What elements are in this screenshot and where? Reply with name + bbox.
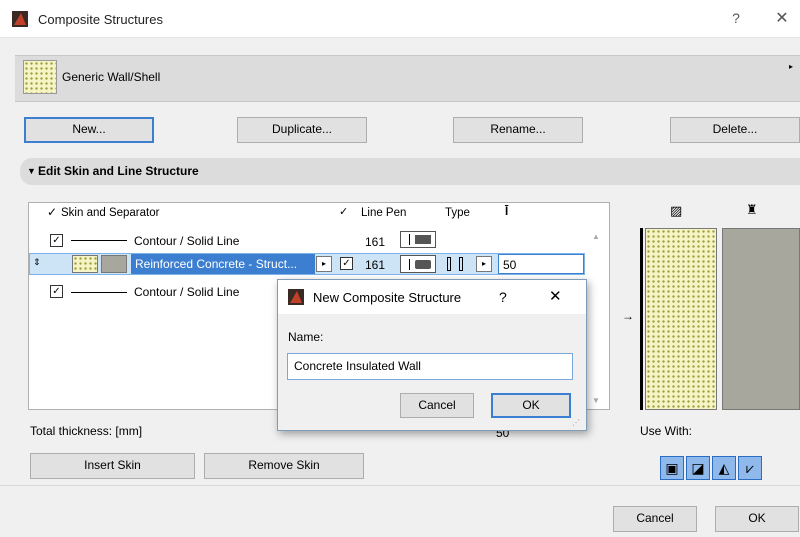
row-checkbox[interactable]: ✓ xyxy=(50,285,63,298)
row-name: Contour / Solid Line xyxy=(134,285,240,299)
table-scrollbar[interactable]: ▲ ▼ xyxy=(587,228,607,408)
thickness-field[interactable]: 50 xyxy=(498,254,584,274)
reference-arrow-icon: → xyxy=(622,309,634,323)
cut-fill-icon: ▨ xyxy=(670,203,683,218)
app-icon xyxy=(12,11,28,27)
solid-line-icon xyxy=(71,292,127,293)
section-collapse-icon[interactable]: ▼ xyxy=(27,166,36,176)
solid-line-icon xyxy=(71,240,127,241)
structure-name: Generic Wall/Shell xyxy=(62,70,161,84)
preview-skin-gray xyxy=(722,228,800,410)
row-checkbox[interactable]: ✓ xyxy=(50,234,63,247)
fill-swatch-icon xyxy=(23,60,57,94)
type-dropdown-icon[interactable]: ▸ xyxy=(476,256,492,272)
cancel-button[interactable]: Cancel xyxy=(613,506,697,532)
total-thickness-label: Total thickness: [mm] xyxy=(30,424,143,438)
use-with-label: Use With: xyxy=(640,424,693,438)
insert-skin-button[interactable]: Insert Skin xyxy=(30,453,195,479)
row-pen: 161 xyxy=(365,235,386,249)
drag-handle-icon[interactable]: ⇕ xyxy=(33,257,41,268)
dialog-cancel-button[interactable]: Cancel xyxy=(400,393,474,418)
visibility-check-icon: ✓ xyxy=(339,206,349,218)
help-button[interactable]: ? xyxy=(726,10,746,26)
rename-button[interactable]: Rename... xyxy=(453,117,583,143)
name-label: Name: xyxy=(288,330,324,344)
skin-type-icon[interactable] xyxy=(444,256,470,273)
surface-brush-icon: ♜ xyxy=(746,202,758,217)
row-checkbox[interactable]: ✓ xyxy=(340,257,353,270)
pen-swatch[interactable] xyxy=(400,255,436,273)
row-name: Contour / Solid Line xyxy=(134,234,240,248)
new-button[interactable]: New... xyxy=(24,117,154,143)
column-header-type: Type xyxy=(445,207,470,219)
background-swatch-icon[interactable] xyxy=(101,255,127,273)
separator-check-icon: ✓ xyxy=(47,205,58,219)
remove-skin-button[interactable]: Remove Skin xyxy=(204,453,364,479)
ok-button[interactable]: OK xyxy=(715,506,799,532)
fill-swatch-icon[interactable] xyxy=(72,255,98,273)
building-material-dropdown-icon[interactable]: ▸ xyxy=(316,256,332,272)
pen-swatch[interactable] xyxy=(400,231,436,248)
thickness-icon: Ī xyxy=(505,206,509,218)
column-header-line-pen: Line Pen xyxy=(361,207,407,219)
name-input[interactable]: Concrete Insulated Wall xyxy=(287,353,573,380)
shell-tool-icon[interactable]: ⩗ xyxy=(738,456,762,480)
row-name[interactable]: Reinforced Concrete - Struct... xyxy=(131,254,315,274)
delete-button[interactable]: Delete... xyxy=(670,117,800,143)
slab-tool-icon[interactable]: ◪ xyxy=(686,456,710,480)
column-header-skin: Skin and Separator xyxy=(61,207,160,219)
header-menu-arrow-icon[interactable]: ▸ xyxy=(789,62,793,71)
dialog-close-button[interactable]: ✕ xyxy=(549,287,562,305)
preview-core-line xyxy=(640,228,643,410)
preview-skin-concrete xyxy=(645,228,717,410)
dialog-app-icon xyxy=(288,289,304,305)
roof-tool-icon[interactable]: ◭ xyxy=(712,456,736,480)
dialog-title: New Composite Structure xyxy=(313,290,462,305)
close-button[interactable]: ✕ xyxy=(770,8,794,28)
footer-divider xyxy=(0,485,800,486)
section-title: Edit Skin and Line Structure xyxy=(38,164,199,178)
window-title: Composite Structures xyxy=(38,12,163,27)
duplicate-button[interactable]: Duplicate... xyxy=(237,117,367,143)
dialog-ok-button[interactable]: OK xyxy=(491,393,571,418)
row-pen: 161 xyxy=(365,258,386,272)
wall-tool-icon[interactable]: ▣ xyxy=(660,456,684,480)
resize-grip-icon[interactable]: ⋰ xyxy=(572,418,580,427)
dialog-help-button[interactable]: ? xyxy=(499,289,507,305)
